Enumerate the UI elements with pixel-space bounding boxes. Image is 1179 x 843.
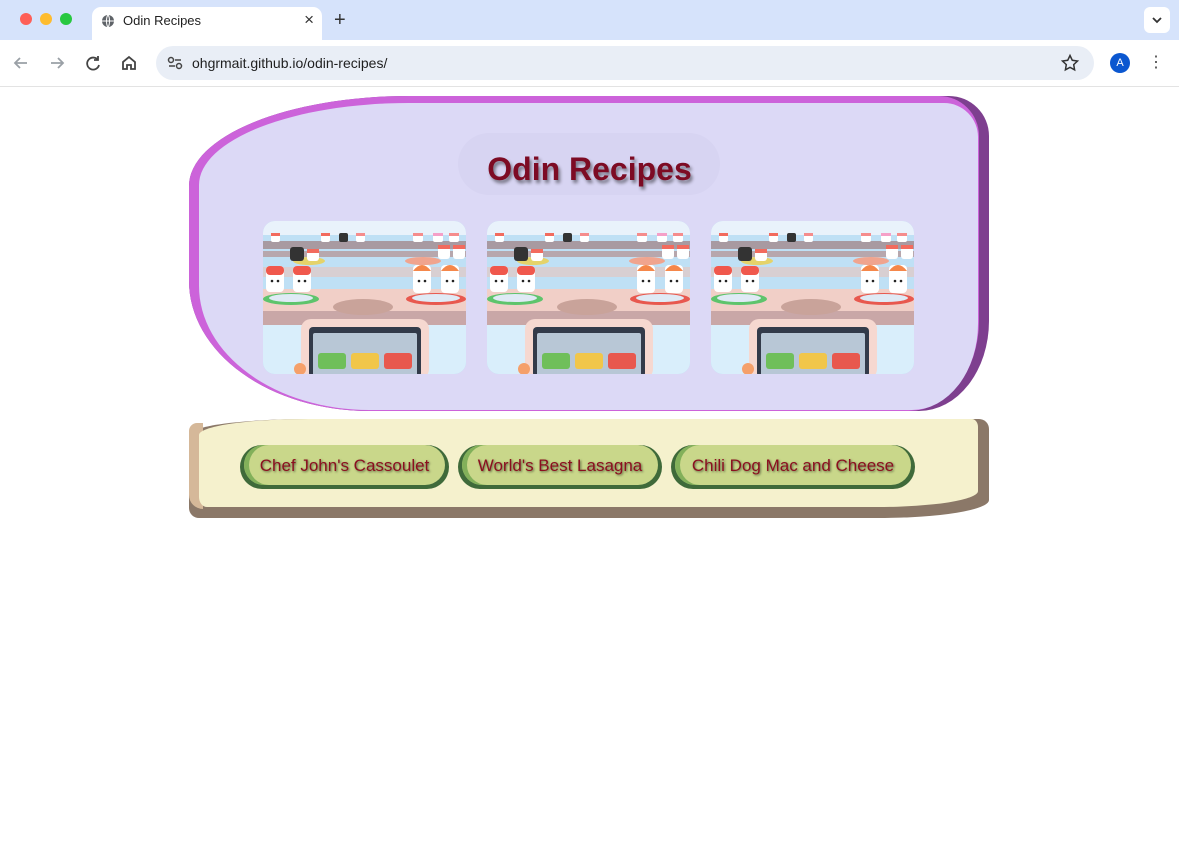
sushi-thumbnail-3 <box>711 221 914 374</box>
window-close-button[interactable] <box>20 13 32 25</box>
sushi-conveyor-illustration <box>263 221 466 374</box>
recipe-link-lasagna[interactable]: World's Best Lasagna <box>458 445 662 489</box>
address-bar[interactable]: ohgrmait.github.io/odin-recipes/ <box>156 46 1094 80</box>
browser-tab[interactable]: Odin Recipes × <box>92 7 322 40</box>
globe-icon <box>101 14 115 28</box>
page-title: Odin Recipes <box>487 151 692 187</box>
tab-title: Odin Recipes <box>123 13 202 28</box>
back-button[interactable] <box>9 51 33 75</box>
window-minimize-button[interactable] <box>40 13 52 25</box>
profile-avatar[interactable]: A <box>1110 53 1130 73</box>
chevron-down-icon <box>1152 17 1162 24</box>
sushi-conveyor-illustration <box>711 221 914 374</box>
recipe-link-label: World's Best Lasagna <box>477 456 643 475</box>
page-viewport: Odin Recipes Chef John's Cassoulet World… <box>0 87 1179 843</box>
sushi-thumbnail-1 <box>263 221 466 374</box>
tab-close-icon[interactable]: × <box>304 10 314 30</box>
sushi-thumbnail-2 <box>487 221 690 374</box>
browser-tab-strip: Odin Recipes × + <box>0 0 1179 40</box>
tab-search-button[interactable] <box>1144 7 1170 33</box>
reload-icon <box>86 56 100 71</box>
recipe-link-label: Chef John's Cassoulet <box>259 456 430 475</box>
site-info-icon[interactable] <box>164 52 186 74</box>
bookmark-star-icon[interactable] <box>1060 53 1080 73</box>
arrow-right-icon <box>51 57 65 69</box>
home-icon <box>122 55 136 70</box>
arrow-left-icon <box>13 57 27 69</box>
window-maximize-button[interactable] <box>60 13 72 25</box>
home-button[interactable] <box>117 51 141 75</box>
reload-button[interactable] <box>81 51 105 75</box>
recipe-link-label: Chili Dog Mac and Cheese <box>691 456 895 475</box>
sushi-conveyor-illustration <box>487 221 690 374</box>
new-tab-button[interactable]: + <box>334 8 346 32</box>
browser-menu-icon[interactable]: ⋮ <box>1148 52 1164 74</box>
browser-toolbar: ohgrmait.github.io/odin-recipes/ A ⋮ <box>0 40 1179 87</box>
url-text[interactable]: ohgrmait.github.io/odin-recipes/ <box>192 55 387 71</box>
recipe-link-mac-and-cheese[interactable]: Chili Dog Mac and Cheese <box>671 445 915 489</box>
recipe-link-cassoulet[interactable]: Chef John's Cassoulet <box>240 445 449 489</box>
forward-button[interactable] <box>45 51 69 75</box>
